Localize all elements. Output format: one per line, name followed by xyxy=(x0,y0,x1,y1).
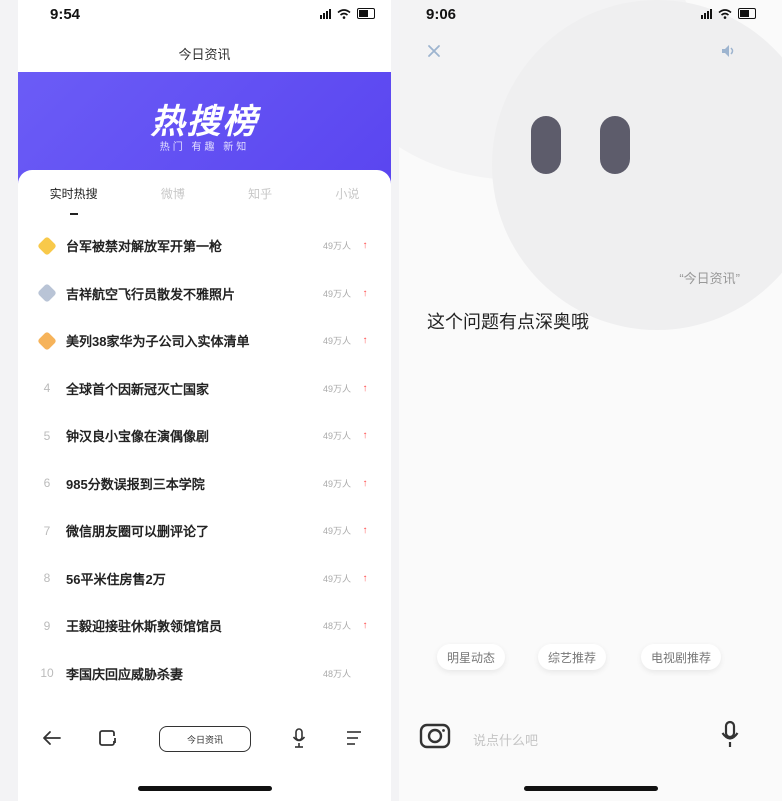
item-rank: 4 xyxy=(43,381,51,396)
assistant-response: 这个问题有点深奥哦 xyxy=(427,312,589,332)
tab-weibo[interactable]: 微博 xyxy=(161,185,185,202)
page-title: 今日资讯 xyxy=(178,47,231,62)
home-indicator[interactable] xyxy=(137,786,272,791)
wifi-icon xyxy=(337,8,351,19)
close-icon[interactable] xyxy=(426,43,442,59)
item-title: 钟汉良小宝像在演偶像剧 xyxy=(66,429,210,445)
item-title: 美列38家华为子公司入实体清单 xyxy=(66,334,250,350)
trend-up-icon: ↑ xyxy=(362,620,368,632)
item-rank: 5 xyxy=(43,428,51,443)
gold-medal-icon xyxy=(37,235,57,256)
trend-up-icon: ↑ xyxy=(362,382,368,394)
browser-bottom-bar: 今日资讯 xyxy=(18,724,391,758)
tab-zhihu[interactable]: 知乎 xyxy=(248,185,272,202)
camera-icon[interactable] xyxy=(419,722,451,750)
silver-medal-icon xyxy=(37,283,57,304)
assistant-eye-right xyxy=(600,116,630,174)
item-count: 48万人 xyxy=(322,668,351,679)
item-title: 微信朋友圈可以删评论了 xyxy=(66,524,210,540)
category-tabs: 实时热搜 微博 知乎 小说 xyxy=(18,185,391,215)
banner-title: 热搜榜 xyxy=(150,103,259,141)
battery-icon xyxy=(738,8,756,19)
list-item[interactable]: 6 985分数误报到三本学院 49万人 ↑ xyxy=(18,460,391,508)
current-page-pill[interactable]: 今日资讯 xyxy=(159,726,251,752)
list-item[interactable]: 台军被禁对解放军开第一枪 49万人 ↑ xyxy=(18,222,391,270)
item-title: 全球首个因新冠灭亡国家 xyxy=(66,381,210,397)
item-count: 49万人 xyxy=(322,241,351,252)
list-item[interactable]: 5 钟汉良小宝像在演偶像剧 49万人 ↑ xyxy=(18,412,391,460)
list-item[interactable]: 7 微信朋友圈可以删评论了 49万人 ↑ xyxy=(18,507,391,555)
banner-subtitle: 热门 有趣 新知 xyxy=(159,142,250,153)
tab-realtime[interactable]: 实时热搜 xyxy=(50,185,98,215)
item-count: 48万人 xyxy=(322,621,351,632)
assistant-input-bar: 说点什么吧 xyxy=(399,718,782,758)
microphone-icon[interactable] xyxy=(720,720,740,750)
item-title: 985分数误报到三本学院 xyxy=(66,476,205,492)
trend-up-icon: ↑ xyxy=(362,240,368,252)
status-time: 9:06 xyxy=(426,6,457,23)
list-item[interactable]: 9 王毅迎接驻休斯敦领馆馆员 48万人 ↑ xyxy=(18,602,391,650)
hot-list: 台军被禁对解放军开第一枪 49万人 ↑ 吉祥航空飞行员散发不雅照片 49万人 ↑… xyxy=(18,222,391,697)
item-count: 49万人 xyxy=(322,573,351,584)
item-count: 49万人 xyxy=(322,383,351,394)
item-rank: 10 xyxy=(40,666,54,681)
signal-icon xyxy=(701,8,712,19)
tab-novel[interactable]: 小说 xyxy=(335,185,359,202)
bronze-medal-icon xyxy=(37,330,57,351)
suggestion-chip[interactable]: 明星动态 xyxy=(437,644,506,670)
item-title: 台军被禁对解放军开第一枪 xyxy=(66,239,223,255)
suggestion-chip[interactable]: 综艺推荐 xyxy=(538,644,607,670)
trend-up-icon: ↑ xyxy=(362,287,368,299)
trend-up-icon: ↑ xyxy=(362,477,368,489)
item-title: 吉祥航空飞行员散发不雅照片 xyxy=(66,286,236,302)
left-phone-screen: 9:54 今日资讯 热搜榜 热门 有趣 新知 实时热搜 微博 知乎 小说 台军被… xyxy=(18,0,391,801)
status-icons xyxy=(701,8,756,19)
right-phone-screen: 9:06 “今日资讯” 这个问题有点深奥哦 明星动态 综艺推荐 电视剧推荐 说点… xyxy=(399,0,782,801)
battery-icon xyxy=(357,8,375,19)
speaker-icon[interactable] xyxy=(720,43,738,59)
microphone-icon[interactable] xyxy=(291,727,307,749)
item-title: 王毅迎接驻休斯敦领馆馆员 xyxy=(66,619,223,635)
status-icons xyxy=(320,8,375,19)
menu-icon[interactable] xyxy=(345,730,363,746)
item-count: 49万人 xyxy=(322,288,351,299)
item-title: 56平米住房售2万 xyxy=(66,571,166,587)
list-item[interactable]: 吉祥航空飞行员散发不雅照片 49万人 ↑ xyxy=(18,270,391,318)
item-count: 49万人 xyxy=(322,336,351,347)
tabs-icon[interactable] xyxy=(98,729,118,747)
trend-up-icon: ↑ xyxy=(362,335,368,347)
list-item[interactable]: 10 李国庆回应威胁杀妻 48万人 xyxy=(18,650,391,698)
trend-up-icon: ↑ xyxy=(362,572,368,584)
signal-icon xyxy=(320,8,331,19)
item-rank: 7 xyxy=(43,523,51,538)
item-count: 49万人 xyxy=(322,431,351,442)
item-rank: 8 xyxy=(43,571,51,586)
list-item[interactable]: 4 全球首个因新冠灭亡国家 49万人 ↑ xyxy=(18,365,391,413)
item-rank: 9 xyxy=(43,618,51,633)
item-count: 49万人 xyxy=(322,478,351,489)
trend-up-icon: ↑ xyxy=(362,525,368,537)
suggestion-chip[interactable]: 电视剧推荐 xyxy=(641,644,722,670)
list-item[interactable]: 美列38家华为子公司入实体清单 49万人 ↑ xyxy=(18,317,391,365)
assistant-input-field[interactable]: 说点什么吧 xyxy=(473,730,538,749)
item-count: 49万人 xyxy=(322,526,351,537)
assistant-eye-left xyxy=(531,116,561,174)
trend-up-icon: ↑ xyxy=(362,430,368,442)
wifi-icon xyxy=(718,8,732,19)
status-time: 9:54 xyxy=(50,6,81,23)
voice-query-text: “今日资讯” xyxy=(679,271,740,286)
item-title: 李国庆回应威胁杀妻 xyxy=(66,666,184,682)
hot-list-card: 实时热搜 微博 知乎 小说 台军被禁对解放军开第一枪 49万人 ↑ 吉祥航空飞行… xyxy=(18,170,391,730)
arrow-left-icon[interactable] xyxy=(42,730,62,746)
item-rank: 6 xyxy=(43,476,51,491)
home-indicator[interactable] xyxy=(523,786,658,791)
list-item[interactable]: 8 56平米住房售2万 49万人 ↑ xyxy=(18,555,391,603)
